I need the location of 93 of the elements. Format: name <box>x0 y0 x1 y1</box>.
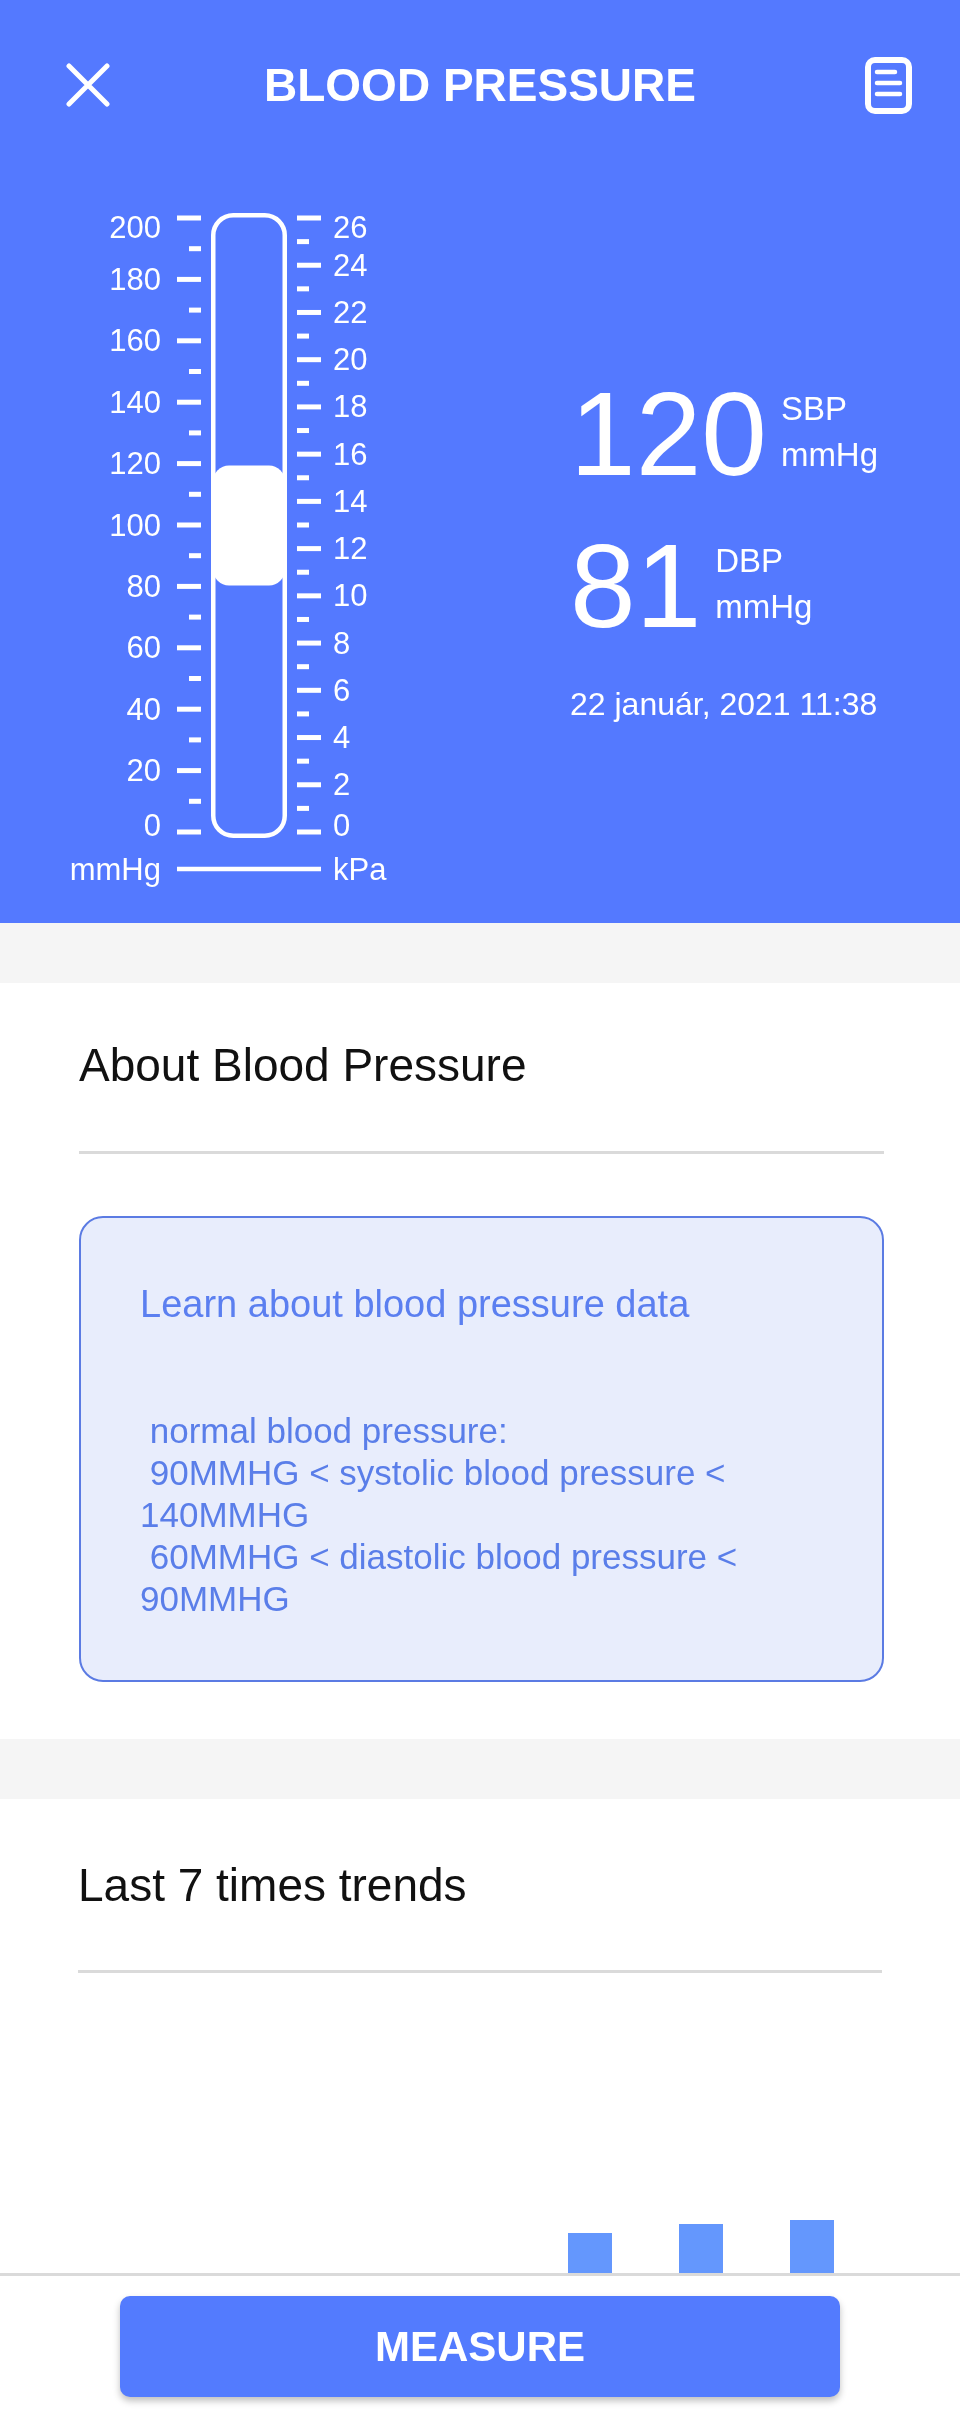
scale-tick <box>297 380 309 386</box>
info-card-title: Learn about blood pressure data <box>140 1282 691 1327</box>
scale-label: 80 <box>126 568 161 604</box>
scale-tick <box>297 522 309 528</box>
measure-button[interactable]: MEASURE <box>120 2296 840 2397</box>
scale-label: 4 <box>333 720 351 756</box>
scale-tick <box>297 687 321 693</box>
scale-tick <box>297 569 309 575</box>
scale-tick <box>189 676 201 681</box>
reading-unit: mmHg <box>780 435 879 475</box>
scale-label: 16 <box>333 436 368 472</box>
scale-tick <box>297 805 309 811</box>
scale-tick <box>297 333 309 339</box>
trend-bar <box>790 2220 834 2273</box>
trend-bar <box>679 2224 723 2273</box>
scale-label: 22 <box>333 294 368 330</box>
reading-value: 120 <box>570 375 767 493</box>
unit-label: kPa <box>333 851 387 887</box>
page-title: BLOOD PRESSURE <box>264 58 696 113</box>
scale-tick <box>297 782 321 788</box>
scale-tick <box>177 706 201 712</box>
scale-tick <box>177 768 201 774</box>
scale-label: 120 <box>109 446 161 482</box>
scale-tick <box>189 491 201 497</box>
scale-tick <box>189 614 201 620</box>
scale-label: 14 <box>333 483 368 519</box>
section-title: Last 7 times trends <box>78 1858 468 1913</box>
scale-tick <box>177 522 201 528</box>
scale-label: 0 <box>143 807 161 843</box>
scale-tick <box>297 357 321 363</box>
scale-tick <box>297 758 309 764</box>
scale-tick <box>297 593 321 599</box>
scale-tick <box>177 276 201 282</box>
section-title: About Blood Pressure <box>79 1038 528 1093</box>
scale-label: 12 <box>333 531 368 567</box>
scale-tick <box>297 475 309 481</box>
scale-label: 40 <box>126 691 161 727</box>
scale-tick <box>177 215 201 221</box>
scale-label: 180 <box>109 261 161 297</box>
scale-tick <box>297 309 321 315</box>
scale-tick <box>177 583 201 589</box>
scale-label: 160 <box>109 323 161 359</box>
scale-tick <box>177 829 201 835</box>
scale-tick <box>297 428 309 434</box>
scale-tick <box>189 798 201 804</box>
scale-tick <box>189 369 201 374</box>
scale-tick <box>189 737 201 743</box>
scale-label: 20 <box>333 342 368 378</box>
scale-label: 200 <box>109 209 161 245</box>
scale-tick <box>177 338 201 344</box>
scale-label: 26 <box>333 209 368 245</box>
scale-tick <box>297 711 309 717</box>
scale-tick <box>297 640 321 646</box>
scale-tick <box>189 553 201 559</box>
scale-tick <box>297 616 309 622</box>
scale-tick <box>189 430 201 436</box>
trend-bar <box>568 2233 612 2273</box>
scale-label: 20 <box>126 753 161 789</box>
reading-unit: mmHg <box>715 587 813 627</box>
scale-tick <box>177 399 201 405</box>
scale-tick <box>297 735 321 741</box>
unit-label: mmHg <box>69 851 161 887</box>
scale-tick <box>297 546 321 552</box>
scale-label: 140 <box>109 384 161 420</box>
scale-label: 0 <box>333 807 351 843</box>
scale-tick <box>297 829 321 835</box>
scale-label: 8 <box>333 625 351 661</box>
scale-tick <box>177 461 201 467</box>
reading-label: DBP <box>715 541 784 581</box>
measurement-time: 22 január, 2021 11:38 <box>570 685 878 723</box>
scale-tick <box>297 215 321 221</box>
scale-label: 18 <box>333 389 368 425</box>
scale-label: 2 <box>333 767 351 803</box>
scale-tick <box>189 307 201 313</box>
scale-label: 6 <box>333 672 351 708</box>
scale-tick <box>297 404 321 410</box>
scale-tick <box>297 239 309 245</box>
info-card-text: normal blood pressure: 90MMHG < systolic blood pressure < 140MMHG 60MMHG < diastolic blood pressure < 90MMHG <box>140 1410 739 1620</box>
document-icon[interactable] <box>865 56 912 114</box>
scale-label: 60 <box>126 630 161 666</box>
scale-label: 24 <box>333 247 368 283</box>
scale-tick <box>189 246 201 252</box>
scale-tick <box>297 262 321 268</box>
close-icon[interactable] <box>66 63 110 107</box>
reading-label: SBP <box>780 389 847 429</box>
scale-tick <box>297 451 321 457</box>
scale-tick <box>177 645 201 651</box>
scale-label: 10 <box>333 578 368 614</box>
scale-label: 100 <box>109 507 161 543</box>
reading-value: 81 <box>570 527 702 645</box>
scale-tick <box>297 498 321 504</box>
scale-tick <box>297 286 309 292</box>
scale-tick <box>297 664 309 670</box>
